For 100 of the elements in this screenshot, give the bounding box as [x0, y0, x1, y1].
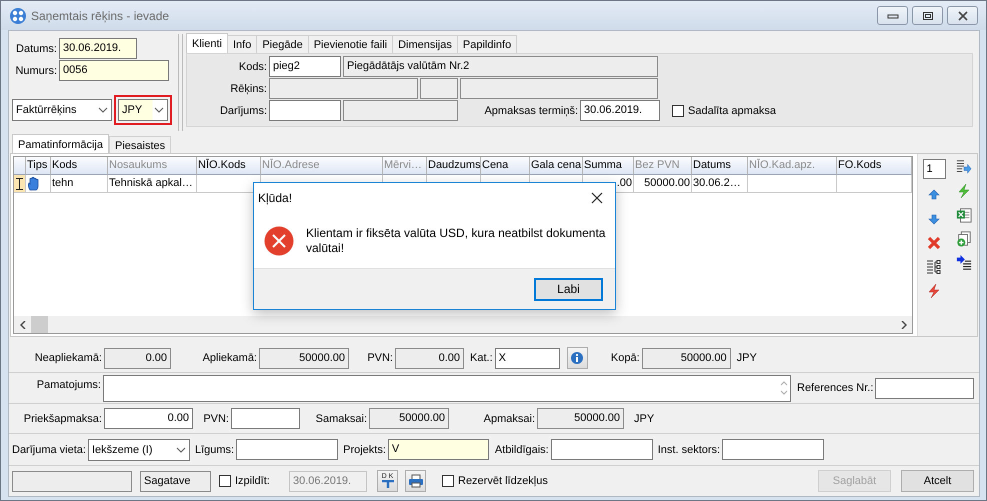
input-field[interactable] [269, 78, 418, 99]
column-header[interactable]: Gala cena [530, 157, 583, 175]
lightning-icon[interactable] [956, 183, 972, 199]
tab[interactable]: Pamatinformācija [12, 134, 109, 154]
error-icon [264, 226, 294, 256]
checkbox-label: Izpildīt: [235, 475, 271, 487]
tab[interactable]: Piesaistes [108, 136, 172, 154]
amount-field: 50000.00 [259, 348, 349, 368]
field-label: Apmaksas termiņš: [483, 104, 578, 116]
table-cell: Tehniskā apkal… [108, 175, 197, 193]
field-label: Atbildīgais: [494, 444, 549, 456]
date-field[interactable]: 30.06.2019. [59, 38, 137, 59]
tab[interactable]: Dimensijas [392, 35, 458, 53]
ok-button[interactable]: Labi [534, 278, 603, 300]
input-field[interactable] [550, 439, 653, 460]
hand-icon [27, 176, 41, 191]
minimize-button[interactable] [877, 6, 908, 25]
field-label: Darījuma vieta: [12, 444, 86, 456]
table-cell: 50000.00 [634, 175, 692, 193]
checkbox[interactable] [219, 475, 231, 487]
tab[interactable]: Papildinfo [456, 35, 518, 53]
code-field[interactable]: pieg2 [269, 56, 341, 77]
field-label: Kopā: [610, 352, 640, 364]
currency-label: JPY [736, 352, 757, 364]
checkbox[interactable] [672, 104, 684, 116]
input-field[interactable] [269, 100, 341, 121]
input-field[interactable] [231, 408, 300, 429]
prepayment-field[interactable]: 0.00 [104, 408, 193, 429]
maximize-icon [922, 10, 934, 20]
field-label: References Nr.: [797, 382, 874, 394]
info-button[interactable] [566, 347, 588, 369]
amount-field: 50000.00 [369, 408, 449, 429]
column-header[interactable]: Daudzums [427, 157, 481, 175]
row-indicator[interactable] [14, 175, 26, 193]
date-field[interactable]: 30.06.2019. [580, 100, 660, 121]
tab[interactable]: Piegāde [256, 35, 309, 53]
field-label: Neapliekamā: [34, 352, 102, 364]
printer-icon [408, 474, 424, 488]
delete-icon[interactable] [926, 235, 942, 251]
field-label: Pamatojums: [36, 379, 101, 391]
field-label: Numurs: [14, 64, 57, 76]
scrollbar-thumb[interactable] [31, 316, 48, 333]
table-cell: 30.06.2… [692, 175, 748, 193]
tree-icon[interactable] [926, 259, 942, 275]
dialog-title: Kļūda! [258, 191, 292, 205]
field-label: Samaksai: [314, 412, 367, 424]
column-header[interactable]: Cena [481, 157, 530, 175]
input-field[interactable] [420, 78, 458, 99]
field-label: Apliekamā: [202, 352, 257, 364]
column-header[interactable]: Datums [692, 157, 748, 175]
text-cursor-icon [16, 178, 23, 190]
tab[interactable]: Klienti [186, 33, 228, 53]
field-label: Apmaksai: [482, 412, 535, 424]
close-icon[interactable] [591, 192, 603, 204]
window-title: Saņemtais rēķins - ievade [31, 8, 170, 22]
minimize-icon [886, 12, 898, 20]
input-field[interactable] [343, 100, 458, 121]
header-corner [14, 157, 26, 175]
list-arrow-icon[interactable] [956, 159, 972, 175]
total-field: 50000.00 [642, 348, 731, 368]
chevron-down-icon [98, 107, 108, 113]
amount-field: 50000.00 [537, 408, 624, 429]
checkbox[interactable] [442, 475, 454, 487]
place-select[interactable]: Iekšzeme (I) [88, 438, 190, 460]
category-field[interactable]: X [494, 348, 560, 368]
input-field[interactable] [236, 439, 338, 460]
column-header[interactable]: Summa [583, 157, 634, 175]
cancel-button[interactable]: Atcelt [901, 470, 974, 492]
t-shape-icon [380, 480, 394, 489]
status-field: Sagatave [140, 470, 211, 492]
checkbox-label: Sadalīta apmaksa [688, 104, 776, 116]
column-header[interactable]: Kods [51, 157, 108, 175]
row-number-field[interactable]: 1 [922, 159, 946, 179]
insert-row-icon[interactable] [956, 255, 972, 271]
table-cell: tehn [51, 175, 108, 193]
currency-select[interactable]: JPY [118, 99, 168, 121]
input-field[interactable] [722, 439, 824, 460]
number-field[interactable]: 0056 [59, 60, 169, 81]
print-button[interactable] [405, 470, 426, 492]
error-message: Klientam ir fiksēta valūta USD, kura neatbilst dokumenta valūtai! [306, 226, 606, 256]
input-field[interactable] [460, 78, 658, 99]
lightning-icon[interactable] [926, 283, 942, 299]
field-label: Darījums: [218, 104, 267, 116]
column-header[interactable]: FO.Kods [837, 157, 912, 175]
maximize-button[interactable] [912, 6, 943, 25]
reference-field[interactable] [875, 378, 974, 398]
document-type-select[interactable]: Faktūrrēķins [12, 99, 112, 121]
field-label: Projekts: [343, 444, 386, 456]
amount-field: 0.00 [104, 348, 171, 368]
project-field[interactable]: V [388, 439, 489, 460]
close-button[interactable] [947, 6, 978, 25]
add-document-icon[interactable] [956, 231, 972, 247]
spreadsheet-icon[interactable] [956, 207, 972, 223]
field-label: Kat.: [470, 352, 493, 364]
reason-field[interactable] [103, 374, 791, 402]
column-header[interactable]: NĪO.Kods [197, 157, 261, 175]
field-label: Datums: [15, 42, 57, 54]
field-label: Priekšapmaksa: [22, 412, 102, 424]
column-header[interactable]: Tips [26, 157, 51, 175]
tab[interactable]: Info [226, 35, 258, 53]
